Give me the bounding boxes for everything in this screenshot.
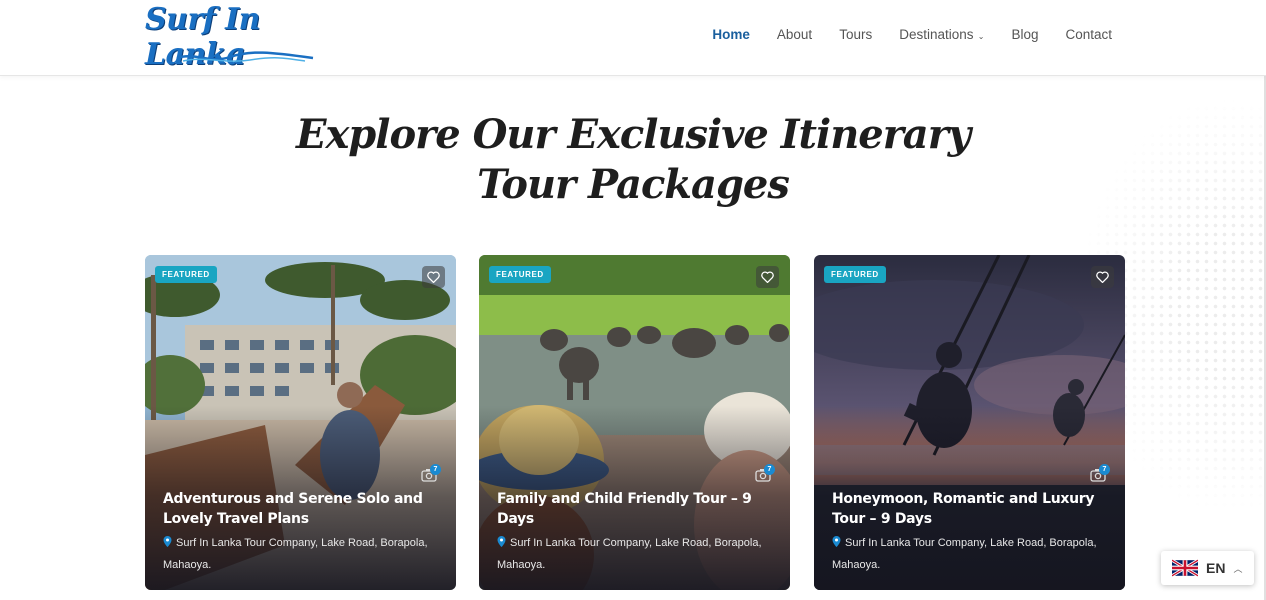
tour-card[interactable]: FEATURED 7 Family and Child Friendly Tou… bbox=[479, 255, 790, 590]
location-pin-icon bbox=[497, 536, 506, 547]
site-header: Surf In Lanka Home About Tours Destinati… bbox=[0, 0, 1266, 76]
featured-badge: FEATURED bbox=[824, 266, 886, 283]
page: Surf In Lanka Home About Tours Destinati… bbox=[0, 0, 1266, 600]
tour-card[interactable]: FEATURED 7 Adventurous and Serene Solo a… bbox=[145, 255, 456, 590]
chevron-up-icon: ︿ bbox=[1233, 563, 1243, 574]
heart-icon[interactable] bbox=[1091, 266, 1114, 288]
tour-card-title[interactable]: Honeymoon, Romantic and Luxury Tour – 9 … bbox=[832, 489, 1103, 529]
tour-card-location-text: Surf In Lanka Tour Company, Lake Road, B… bbox=[832, 537, 1097, 571]
tour-card-title[interactable]: Adventurous and Serene Solo and Lovely T… bbox=[163, 489, 434, 529]
nav-about[interactable]: About bbox=[777, 27, 812, 42]
section-title-line-2: Tour Packages bbox=[477, 161, 790, 208]
tour-card-title[interactable]: Family and Child Friendly Tour – 9 Days bbox=[497, 489, 768, 529]
tour-card-location-text: Surf In Lanka Tour Company, Lake Road, B… bbox=[163, 537, 428, 571]
nav-contact[interactable]: Contact bbox=[1065, 27, 1112, 42]
main-nav: Home About Tours Destinations ⌄ Blog Con… bbox=[712, 27, 1112, 42]
nav-blog[interactable]: Blog bbox=[1011, 27, 1038, 42]
section-title: Explore Our Exclusive Itinerary Tour Pac… bbox=[0, 110, 1266, 210]
photo-count-badge: 7 bbox=[1099, 464, 1110, 475]
tour-card-location: Surf In Lanka Tour Company, Lake Road, B… bbox=[163, 532, 436, 576]
nav-destinations-label: Destinations bbox=[899, 27, 974, 42]
heart-icon[interactable] bbox=[422, 266, 445, 288]
chevron-down-icon: ⌄ bbox=[975, 32, 985, 41]
nav-home[interactable]: Home bbox=[712, 27, 750, 42]
location-pin-icon bbox=[832, 536, 841, 547]
tour-card-location: Surf In Lanka Tour Company, Lake Road, B… bbox=[832, 532, 1105, 576]
featured-badge: FEATURED bbox=[489, 266, 551, 283]
language-switcher[interactable]: EN ︿ bbox=[1161, 551, 1254, 585]
tour-card[interactable]: FEATURED 7 Honeymoon, Romantic and Luxur… bbox=[814, 255, 1125, 590]
tour-card-location: Surf In Lanka Tour Company, Lake Road, B… bbox=[497, 532, 770, 576]
site-logo[interactable]: Surf In Lanka bbox=[145, 2, 340, 72]
tour-card-location-text: Surf In Lanka Tour Company, Lake Road, B… bbox=[497, 537, 762, 571]
photo-count-badge: 7 bbox=[764, 464, 775, 475]
nav-destinations[interactable]: Destinations ⌄ bbox=[899, 27, 984, 42]
location-pin-icon bbox=[163, 536, 172, 547]
language-code: EN bbox=[1206, 560, 1226, 576]
heart-icon[interactable] bbox=[756, 266, 779, 288]
wave-icon bbox=[176, 51, 314, 62]
section-title-line-1: Explore Our Exclusive Itinerary bbox=[295, 111, 971, 158]
featured-badge: FEATURED bbox=[155, 266, 217, 283]
nav-tours[interactable]: Tours bbox=[839, 27, 872, 42]
photo-count-badge: 7 bbox=[430, 464, 441, 475]
uk-flag-icon bbox=[1172, 559, 1198, 577]
